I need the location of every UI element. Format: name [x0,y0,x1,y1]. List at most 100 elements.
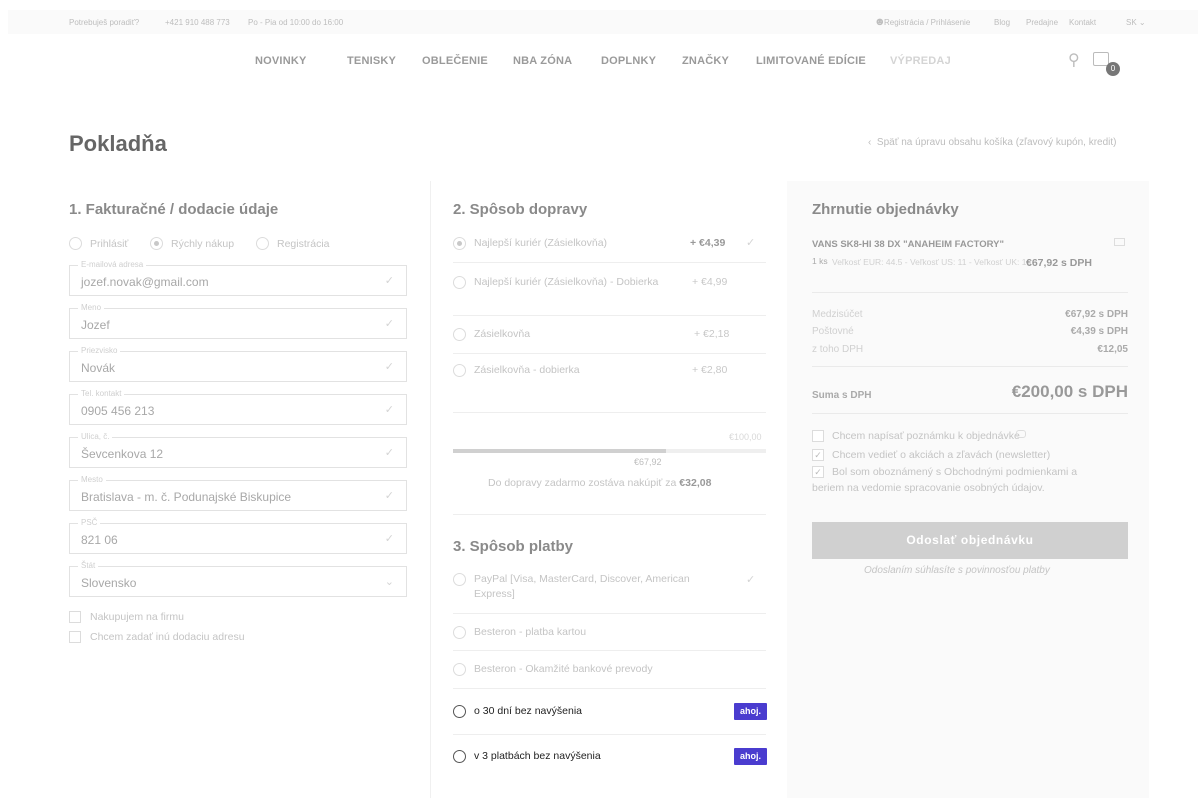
shipping-option-zasielkovna-radio[interactable] [453,328,466,341]
terms-checkbox[interactable]: ✓ [812,466,824,478]
order-note-label: Chcem napísať poznámku k objednávke [832,430,1020,442]
shipping-option-courier-cod-radio[interactable] [453,276,466,289]
city-field[interactable]: Mesto Bratislava - m. č. Podunajské Bisk… [69,475,407,511]
search-icon[interactable]: ⚲ [1068,50,1080,70]
registration-radio[interactable] [256,237,269,250]
other-address-checkbox[interactable] [69,631,81,643]
total-label: Suma s DPH [812,390,872,401]
first-name-field[interactable]: Meno Jozef ✓ [69,303,407,339]
registration-radio-label: Registrácia [277,238,330,250]
help-text: Potrebuješ poradiť? [69,18,140,27]
divider [453,734,766,735]
divider [453,315,766,316]
chevron-down-icon: ⌄ [384,576,394,588]
payment-besteron-bank-radio[interactable] [453,663,466,676]
chevron-down-icon: ⌄ [1138,18,1146,27]
nav-limitovane-edicie[interactable]: LIMITOVANÉ EDÍCIE [756,55,866,67]
zip-label: PSČ [78,518,101,527]
submit-order-button[interactable]: Odoslať objednávku [812,522,1128,559]
product-name[interactable]: VANS SK8-HI 38 DX "ANAHEIM FACTORY" [812,239,1004,250]
language-selector[interactable]: SK ⌄ [1126,18,1146,27]
check-icon: ✓ [384,318,394,330]
quick-purchase-radio[interactable] [150,237,163,250]
product-variant: Veľkosť EUR: 44.5 - Veľkosť US: 11 - Veľ… [832,257,1032,267]
last-name-field[interactable]: Priezvisko Novák ✓ [69,346,407,382]
first-name-value: Jozef [81,318,110,332]
newsletter-label: Chcem vedieť o akciách a zľavách (newsle… [832,449,1051,461]
product-price: €67,92 s DPH [1026,257,1092,269]
nav-doplnky[interactable]: DOPLNKY [601,55,656,67]
zip-value: 821 06 [81,533,118,547]
shipping-heading: 2. Spôsob dopravy [453,201,588,218]
chevron-left-icon: ‹ [868,137,872,148]
contact-link[interactable]: Kontakt [1069,18,1096,27]
divider [453,613,766,614]
street-label: Ulica, č. [78,432,113,441]
cart-value-marker: €67,92 [634,457,662,467]
payment-besteron-card-radio[interactable] [453,626,466,639]
payment-heading: 3. Spôsob platby [453,538,574,555]
ahoj-logo: ahoj. [734,748,767,765]
street-field[interactable]: Ulica, č. Ševcenkova 12 ✓ [69,432,407,468]
blog-link[interactable]: Blog [994,18,1010,27]
nav-vypredaj[interactable]: VÝPREDAJ [890,55,951,67]
shipping-price-courier-cod: + €4,99 [692,276,728,288]
last-name-value: Novák [81,361,116,375]
shipping-price-courier: + €4,39 [690,237,726,249]
last-name-label: Priezvisko [78,346,121,355]
phone-field[interactable]: Tel. kontakt 0905 456 213 ✓ [69,389,407,425]
quick-purchase-label: Rýchly nákup [171,238,235,250]
payment-paypal-radio[interactable] [453,573,466,586]
phone-value: 0905 456 213 [81,404,155,418]
payment-paypal: PayPal [Visa, MasterCard, Discover, Amer… [474,573,690,600]
divider [812,292,1128,293]
payment-ahoj-3-radio[interactable] [453,750,466,763]
login-radio-label: Prihlásiť [90,238,129,250]
mail-icon[interactable] [1114,238,1125,246]
payment-ahoj-30: o 30 dní bez navýšenia [474,705,582,717]
check-icon: ✓ [384,361,394,373]
shipping-option-courier-radio[interactable] [453,237,466,250]
nav-nba-zona[interactable]: NBA ZÓNA [513,55,572,67]
divider [453,688,766,689]
login-radio[interactable] [69,237,82,250]
check-icon: ✓ [384,533,394,545]
company-checkbox[interactable] [69,611,81,623]
free-shipping-text: Do dopravy zadarmo zostáva nakúpiť za €3… [488,477,712,489]
order-note-checkbox[interactable] [812,430,824,442]
stores-link[interactable]: Predajne [1026,18,1058,27]
terms-label[interactable]: Bol som oboznámený s Obchodnými podmienk… [832,466,1077,478]
total-value: €200,00 s DPH [1011,382,1128,401]
subtotal-value: €67,92 s DPH [1065,309,1128,320]
email-field[interactable]: E-mailová adresa jozef.novak@gmail.com ✓ [69,260,407,296]
vat-value: €12,05 [1097,344,1128,355]
phone-link[interactable]: +421 910 488 773 [165,18,230,27]
check-icon: ✓ [384,275,394,287]
payment-obligation-note: Odoslaním súhlasíte s povinnosťou platby [864,565,1050,576]
city-value: Bratislava - m. č. Podunajské Biskupice [81,490,292,504]
postage-value: €4,39 s DPH [1070,326,1128,337]
zip-field[interactable]: PSČ 821 06 ✓ [69,518,407,554]
nav-znacky[interactable]: ZNAČKY [682,55,729,67]
top-bar: Potrebuješ poradiť? +421 910 488 773 Po … [8,10,1198,34]
payment-besteron-card: Besteron - platba kartou [474,626,587,638]
shipping-price-zasielkovna: + €2,18 [694,328,730,340]
divider [812,366,1128,367]
shipping-option-zasielkovna: Zásielkovňa [474,328,531,340]
country-select[interactable]: Štát Slovensko ⌄ [69,561,407,597]
free-shipping-progress-bar [453,449,766,453]
payment-ahoj-30-radio[interactable] [453,705,466,718]
back-to-cart-link[interactable]: ‹ Späť na úpravu obsahu košíka (zľavový … [868,137,1116,148]
check-icon: ✓ [384,490,394,502]
divider [453,262,766,263]
nav-novinky[interactable]: NOVINKY [255,55,307,67]
nav-tenisky[interactable]: TENISKY [347,55,396,67]
shipping-option-zasielkovna-cod-radio[interactable] [453,364,466,377]
billing-heading: 1. Fakturačné / dodacie údaje [69,201,279,218]
account-link[interactable]: Registrácia / Prihlásenie [884,18,970,27]
nav-oblecenie[interactable]: OBLEČENIE [422,55,488,67]
newsletter-checkbox[interactable]: ✓ [812,449,824,461]
check-icon: ✓ [746,237,756,249]
other-address-checkbox-label: Chcem zadať inú dodaciu adresu [90,631,245,643]
privacy-label[interactable]: beriem na vedomie spracovanie osobných ú… [812,482,1045,494]
